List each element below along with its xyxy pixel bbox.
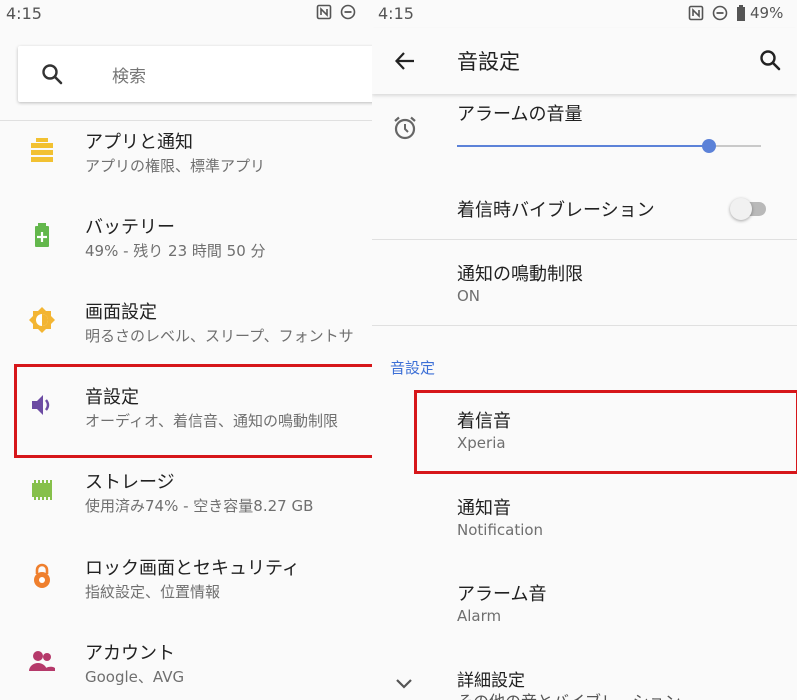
app-bar: 音設定 (372, 28, 797, 94)
settings-item-subtitle: 49% - 残り 23 時間 50 分 (85, 242, 266, 260)
sound-settings-screen: 4:15 49% 音設定 アラームの音量 着信時バイブレーション 通知の鳴動制限… (372, 0, 797, 700)
settings-item-subtitle: Google、AVG (85, 668, 185, 686)
settings-item-subtitle: 使用済み74% - 空き容量8.27 GB (85, 497, 314, 515)
alarm-sound-value: Alarm (457, 607, 502, 625)
settings-item-storage[interactable]: ストレージ 使用済み74% - 空き容量8.27 GB (0, 468, 372, 554)
highlight-box-ringtone (414, 390, 797, 474)
divider (372, 325, 797, 326)
settings-item-subtitle: 指紋設定、位置情報 (85, 583, 221, 601)
settings-main-screen: 4:15 検索 アプリと通知 アプリの権限、標準アプリ バッテリー 49% - … (0, 0, 372, 700)
brightness-icon (29, 307, 55, 333)
lock-icon (34, 563, 50, 588)
search-icon[interactable] (758, 48, 782, 72)
search-bar[interactable]: 検索 (18, 46, 372, 102)
nfc-icon (688, 5, 704, 21)
do-not-disturb-row[interactable]: 通知の鳴動制限 ON (372, 240, 797, 325)
do-not-disturb-icon (340, 4, 356, 20)
settings-item-title: ロック画面とセキュリティ (85, 558, 300, 579)
dnd-value: ON (457, 287, 481, 305)
storage-icon (32, 480, 52, 500)
advanced-row[interactable]: 詳細設定 その他の音とバイブレーション (372, 654, 797, 700)
alarm-clock-icon (394, 116, 416, 140)
status-time: 4:15 (6, 4, 42, 23)
chevron-down-icon[interactable] (394, 677, 414, 691)
settings-item-subtitle: 明るさのレベル、スリープ、フォントサ (85, 327, 354, 345)
settings-item-security[interactable]: ロック画面とセキュリティ 指紋設定、位置情報 (0, 554, 372, 640)
battery-percent: 49% (750, 4, 784, 22)
settings-item-subtitle: アプリの権限、標準アプリ (85, 157, 266, 175)
settings-item-accounts[interactable]: アカウント Google、AVG (0, 639, 372, 700)
alarm-volume-label: アラームの音量 (457, 104, 583, 125)
battery-icon (35, 223, 49, 247)
battery-status-icon (737, 5, 745, 21)
status-bar: 4:15 49% (372, 0, 797, 28)
advanced-subtitle: その他の音とバイブレーション (457, 688, 681, 700)
notification-sound-title: 通知音 (457, 498, 511, 519)
search-placeholder: 検索 (112, 67, 146, 87)
settings-item-apps[interactable]: アプリと通知 アプリの権限、標準アプリ (0, 128, 372, 214)
highlight-box-sound (14, 364, 372, 458)
settings-item-title: ストレージ (85, 472, 175, 493)
notification-sound-value: Notification (457, 521, 544, 539)
search-icon (42, 64, 63, 85)
notification-sound-row[interactable]: 通知音 Notification (372, 482, 797, 562)
page-title: 音設定 (457, 50, 520, 74)
settings-item-title: アプリと通知 (85, 132, 193, 153)
settings-item-battery[interactable]: バッテリー 49% - 残り 23 時間 50 分 (0, 213, 372, 299)
settings-item-title: バッテリー (85, 217, 175, 238)
divider (0, 120, 372, 121)
status-bar: 4:15 (0, 0, 372, 28)
status-time: 4:15 (378, 4, 414, 23)
slider-thumb[interactable] (702, 139, 717, 153)
slider-fill (457, 145, 710, 147)
account-icon (29, 651, 55, 671)
dnd-title: 通知の鳴動制限 (457, 264, 583, 285)
vibrate-toggle[interactable] (730, 197, 766, 220)
settings-item-title: 画面設定 (85, 302, 157, 323)
do-not-disturb-icon (712, 5, 728, 21)
vibrate-label: 着信時バイブレーション (457, 200, 655, 221)
back-arrow-icon[interactable] (394, 50, 416, 72)
apps-icon (31, 138, 53, 162)
alarm-sound-row[interactable]: アラーム音 Alarm (372, 568, 797, 648)
alarm-sound-title: アラーム音 (457, 584, 547, 605)
settings-item-title: アカウント (85, 643, 175, 664)
nfc-icon (316, 4, 332, 20)
section-header: 音設定 (390, 359, 436, 377)
alarm-volume-slider[interactable] (457, 139, 761, 153)
